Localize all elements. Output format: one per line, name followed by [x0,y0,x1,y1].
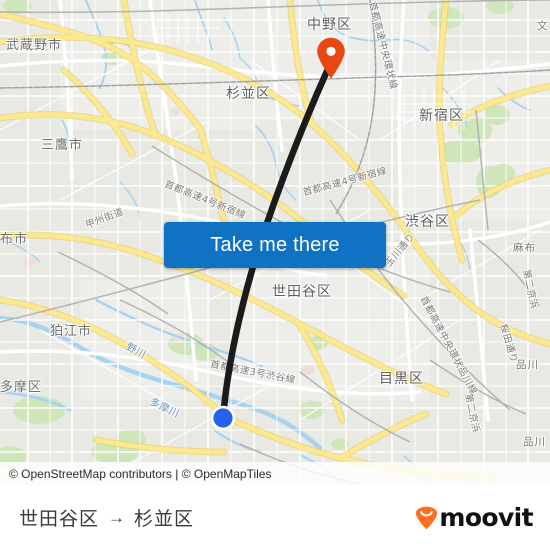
map-attribution-bar: © OpenStreetMap contributors | © OpenMap… [0,462,550,485]
moovit-wordmark: moovit [439,503,533,532]
route-summary: 世田谷区 → 杉並区 [19,504,194,531]
map-attribution-text[interactable]: © OpenStreetMap contributors | © OpenMap… [9,467,271,481]
moovit-pin-icon [416,506,438,529]
origin-label[interactable]: 世田谷区 [19,504,99,531]
take-me-there-button[interactable]: Take me there [164,222,386,268]
take-me-there-label: Take me there [210,233,340,256]
origin-map-dot[interactable] [210,405,236,431]
destination-map-pin[interactable] [316,37,346,79]
moovit-map-screen: 武蔵野市 三鷹市 布市 狛江市 多摩区 杉並区 中野区 新宿区 渋谷区 世田谷区 目黒区文麻布 品川品… [0,0,550,550]
map-canvas[interactable]: 武蔵野市 三鷹市 布市 狛江市 多摩区 杉並区 中野区 新宿区 渋谷区 世田谷区 目黒区文麻布 品川品… [0,0,550,485]
destination-label[interactable]: 杉並区 [134,504,194,531]
arrow-right-icon: → [108,508,126,527]
footer-bar: 世田谷区 → 杉並区 moovit [0,485,550,550]
moovit-logo[interactable]: moovit [415,503,534,532]
